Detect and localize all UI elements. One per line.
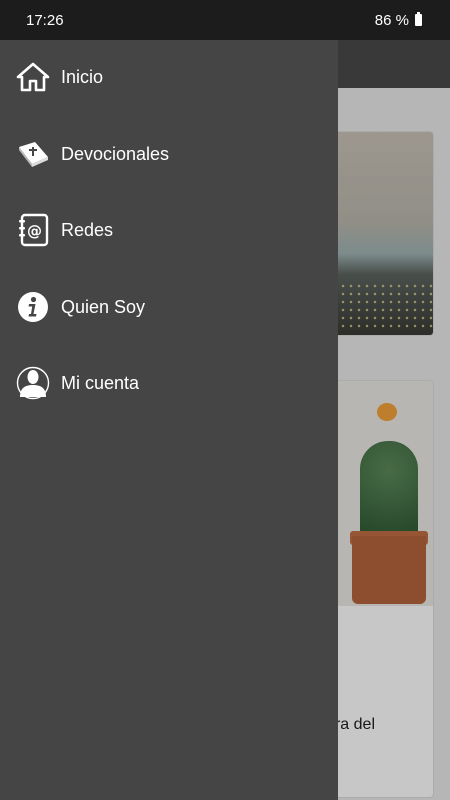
- nav-item-label: Quien Soy: [61, 296, 146, 317]
- svg-text:@: @: [27, 222, 42, 240]
- home-icon: [16, 60, 50, 94]
- nav-item-label: Inicio: [61, 66, 104, 87]
- status-indicators: 86 %: [375, 12, 422, 29]
- battery-icon: [415, 12, 422, 26]
- battery-percentage: 86 %: [374, 11, 409, 29]
- address-book-at-icon: @: [16, 213, 50, 247]
- info-icon: [16, 290, 50, 324]
- nav-item-redes[interactable]: @ Redes: [0, 200, 338, 260]
- nav-item-devocionales[interactable]: Devocionales: [0, 124, 338, 184]
- nav-item-inicio[interactable]: Inicio: [0, 47, 338, 107]
- nav-item-label: Redes: [61, 219, 114, 240]
- nav-item-label: Devocionales: [61, 143, 170, 164]
- nav-item-quien-soy[interactable]: Quien Soy: [0, 277, 338, 337]
- bible-icon: [16, 137, 50, 171]
- status-time: 17:26: [26, 11, 64, 29]
- navigation-drawer: Inicio Devocionales @ Redes Quien Soy Mi…: [0, 40, 338, 800]
- nav-item-label: Mi cuenta: [61, 372, 140, 393]
- user-icon: [16, 366, 50, 400]
- status-bar: 17:26 86 %: [0, 0, 450, 40]
- nav-item-mi-cuenta[interactable]: Mi cuenta: [0, 353, 338, 413]
